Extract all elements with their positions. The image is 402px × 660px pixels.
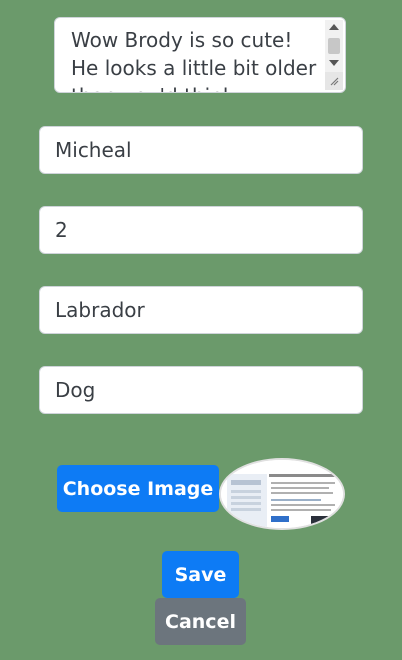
breed-field[interactable]: Labrador (39, 286, 363, 334)
comment-text[interactable]: Wow Brody is so cute! He looks a little … (71, 26, 323, 92)
image-preview-thumbnail (219, 458, 345, 530)
scrollbar-thumb[interactable] (328, 38, 340, 54)
cancel-button[interactable]: Cancel (155, 598, 246, 645)
chevron-up-icon[interactable] (325, 20, 343, 34)
choose-image-button[interactable]: Choose Image (57, 465, 219, 512)
owner-name-field[interactable]: Micheal (39, 126, 363, 174)
species-field[interactable]: Dog (39, 366, 363, 414)
age-field[interactable]: 2 (39, 206, 363, 254)
comment-textarea[interactable]: Wow Brody is so cute! He looks a little … (54, 17, 346, 93)
resize-grip-icon[interactable] (325, 72, 343, 90)
chevron-down-icon[interactable] (325, 56, 343, 70)
save-button[interactable]: Save (162, 551, 239, 598)
